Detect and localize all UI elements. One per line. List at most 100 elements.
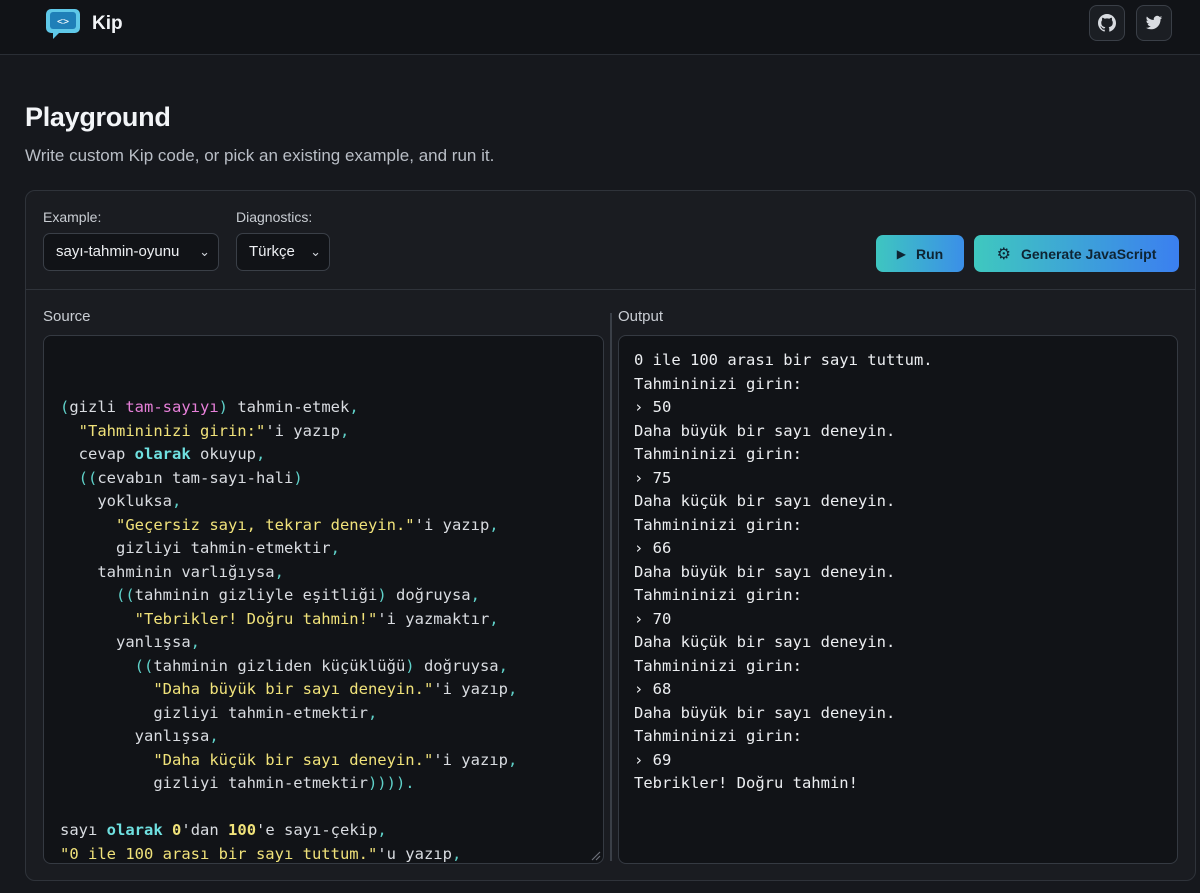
source-token: "Tebrikler! Doğru tahmin!"	[134, 609, 378, 628]
source-token: sayı	[60, 821, 107, 839]
output-line: Tahmininizi girin:	[634, 727, 802, 745]
source-token: 'i yazıp	[265, 421, 340, 440]
generate-javascript-button[interactable]: ⚙ Generate JavaScript	[974, 235, 1179, 272]
source-line: "Tebrikler! Doğru tahmin!"'i yazmaktır,	[60, 608, 603, 632]
source-token: )	[405, 656, 415, 675]
source-token: olarak	[106, 821, 163, 839]
source-token: ,	[190, 633, 200, 651]
source-token: "Daha küçük bir sayı deneyin."	[153, 750, 434, 769]
output-line: Tahmininizi girin:	[634, 515, 802, 534]
output-line: 0 ile 100 arası bir sayı tuttum.	[634, 351, 933, 369]
run-button-label: Run	[916, 245, 944, 262]
example-select-value: sayı-tahmin-oyunu	[56, 243, 180, 260]
source-token: yokluksa	[60, 492, 172, 510]
output-line: Daha büyük bir sayı deneyin.	[634, 703, 896, 722]
source-token: 'i yazmaktır	[377, 609, 490, 628]
source-token: 'i yazıp	[433, 680, 508, 698]
source-token: ,	[274, 562, 284, 581]
source-token	[60, 422, 79, 440]
source-token	[60, 469, 79, 487]
source-token: gizli	[69, 398, 126, 416]
output-line: › 75	[634, 468, 672, 487]
source-token: ,	[507, 750, 518, 769]
source-token: doğruysa	[386, 586, 471, 604]
pane-divider[interactable]	[610, 313, 612, 861]
source-token: ((	[116, 586, 135, 604]
twitter-icon	[1145, 15, 1163, 30]
source-line: tahminin varlığıysa,	[60, 561, 603, 585]
source-token	[60, 610, 135, 628]
svg-text:<>: <>	[57, 17, 69, 28]
source-token: yanlışsa	[60, 633, 191, 651]
source-token: tahminin varlığıysa	[60, 562, 275, 581]
source-line: "Tahmininizi girin:"'i yazıp,	[60, 420, 603, 444]
source-token: ,	[489, 515, 499, 534]
source-token	[60, 586, 116, 604]
source-token: ,	[339, 421, 350, 440]
source-token: 'e sayı-çekip	[256, 821, 378, 839]
gear-icon: ⚙	[996, 245, 1011, 263]
source-token: tam-sayıyı	[125, 398, 219, 416]
source-token: )))).	[367, 774, 415, 792]
source-token: doğruysa	[414, 656, 499, 675]
play-icon: ▶	[896, 246, 906, 261]
example-label: Example:	[43, 209, 102, 225]
generate-button-label: Generate JavaScript	[1020, 245, 1157, 262]
source-token: ,	[349, 398, 359, 416]
source-line: ((tahminin gizliden küçüklüğü) doğruysa,	[60, 655, 603, 679]
source-line: "0 ile 100 arası bir sayı tuttum."'u yaz…	[60, 843, 603, 864]
source-token: tahmin-etmek	[228, 398, 350, 416]
source-token: 0	[172, 821, 182, 839]
output-line: › 69	[634, 750, 672, 769]
run-button[interactable]: ▶ Run	[876, 235, 964, 272]
playground-toolbar: Example: sayı-tahmin-oyunu ⌄ Diagnostics…	[26, 191, 1195, 290]
source-token: )	[377, 586, 387, 604]
source-token: gizliyi tahmin-etmektir	[60, 539, 331, 557]
source-token: tahminin gizliden küçüklüğü	[153, 656, 406, 675]
twitter-button[interactable]	[1136, 5, 1172, 41]
source-line	[60, 796, 603, 820]
source-token: okuyup	[190, 445, 256, 463]
source-token	[60, 751, 153, 769]
source-token: 'u yazıp	[377, 844, 452, 863]
page-title: Playground	[25, 102, 171, 132]
source-editor[interactable]: (gizli tam-sayıyı) tahmin-etmek, "Tahmin…	[43, 335, 604, 864]
brand-name[interactable]: Kip	[92, 13, 123, 35]
source-line: yanlışsa,	[60, 725, 603, 749]
example-select[interactable]: sayı-tahmin-oyunu ⌄	[43, 233, 219, 271]
chevron-down-icon: ⌄	[310, 244, 321, 259]
source-line: yokluksa,	[60, 490, 603, 514]
source-line: "Daha büyük bir sayı deneyin."'i yazıp,	[60, 678, 603, 702]
source-line: "Daha küçük bir sayı deneyin."'i yazıp,	[60, 749, 603, 773]
output-line: Daha büyük bir sayı deneyin.	[634, 421, 896, 440]
output-line: Tebrikler! Doğru tahmin!	[634, 774, 858, 792]
output-line: Daha küçük bir sayı deneyin.	[634, 633, 896, 651]
output-line: › 68	[634, 680, 672, 698]
source-token: "0 ile 100 arası bir sayı tuttum."	[60, 844, 378, 863]
source-line: ((cevabın tam-sayı-hali)	[60, 467, 603, 491]
diagnostics-select[interactable]: Türkçe ⌄	[236, 233, 330, 271]
diagnostics-select-value: Türkçe	[249, 243, 295, 260]
source-line: (gizli tam-sayıyı) tahmin-etmek,	[60, 396, 603, 420]
github-button[interactable]	[1089, 5, 1125, 41]
source-token: olarak	[134, 445, 191, 463]
source-token	[163, 821, 172, 839]
output-line: Tahmininizi girin:	[634, 374, 802, 393]
output-line: Tahmininizi girin:	[634, 656, 802, 675]
output-line: Daha küçük bir sayı deneyin.	[634, 492, 896, 510]
output-line: › 66	[634, 539, 672, 557]
source-token: ,	[367, 703, 378, 722]
source-line: sayı olarak 0'dan 100'e sayı-çekip,	[60, 819, 603, 843]
output-line: Daha büyük bir sayı deneyin.	[634, 562, 896, 581]
diagnostics-label: Diagnostics:	[236, 209, 313, 225]
source-token	[60, 516, 116, 534]
resize-handle-icon[interactable]	[589, 849, 601, 861]
output-line: Tahmininizi girin:	[634, 586, 802, 604]
source-line: ((tahminin gizliyle eşitliği) doğruysa,	[60, 584, 603, 608]
source-token: tahminin gizliyle eşitliği	[134, 586, 378, 604]
kip-logo-icon[interactable]: <>	[45, 8, 83, 40]
output-console: 0 ile 100 arası bir sayı tuttum. Tahminin…	[618, 335, 1178, 864]
source-token: ((	[134, 656, 154, 675]
source-token: ,	[330, 539, 340, 557]
source-token: gizliyi tahmin-etmektir	[60, 703, 368, 722]
